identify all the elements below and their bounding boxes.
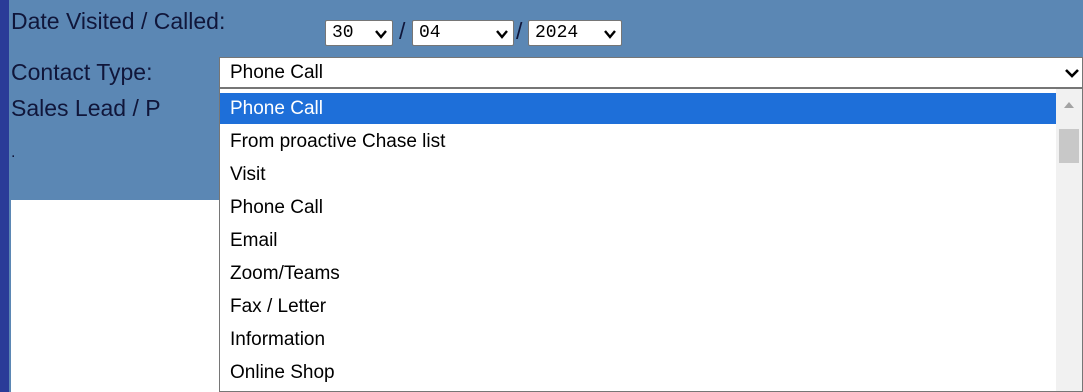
contact-type-value: Phone Call: [230, 62, 323, 83]
date-visited-label: Date Visited / Called:: [11, 8, 226, 34]
page: Date Visited / Called: 30 / 04 / 2024 Co…: [0, 0, 1083, 392]
contact-type-label: Contact Type:: [11, 59, 153, 85]
year-value: 2024: [535, 23, 579, 43]
dropdown-option[interactable]: Phone Call: [220, 192, 1058, 223]
dropdown-option[interactable]: From proactive Chase list: [220, 126, 1058, 157]
chevron-down-icon: [604, 30, 616, 39]
dropdown-option[interactable]: Information: [220, 324, 1058, 355]
chevron-down-icon: [496, 30, 508, 39]
dropdown-scrollbar[interactable]: [1056, 89, 1082, 391]
year-select[interactable]: 2024: [528, 20, 622, 46]
month-value: 04: [419, 23, 441, 43]
date-separator: /: [516, 18, 523, 44]
dot-text: .: [11, 144, 16, 161]
contact-type-select[interactable]: Phone Call: [219, 57, 1083, 88]
sales-lead-label: Sales Lead / P: [11, 95, 161, 121]
date-separator: /: [399, 18, 406, 44]
chevron-down-icon: [375, 30, 387, 39]
dropdown-option[interactable]: Fax / Letter: [220, 291, 1058, 322]
dropdown-option[interactable]: Email: [220, 225, 1058, 256]
scroll-up-arrow-icon[interactable]: [1056, 89, 1082, 129]
chevron-down-icon: [1065, 69, 1079, 78]
day-value: 30: [332, 23, 354, 43]
scrollbar-thumb[interactable]: [1059, 129, 1079, 163]
day-select[interactable]: 30: [325, 20, 393, 46]
month-select[interactable]: 04: [412, 20, 514, 46]
dropdown-option[interactable]: Phone Call: [220, 93, 1058, 124]
dropdown-option[interactable]: Online Shop: [220, 357, 1058, 388]
dropdown-option[interactable]: Zoom/Teams: [220, 258, 1058, 289]
left-border: [0, 0, 11, 392]
dropdown-option[interactable]: Visit: [220, 159, 1058, 190]
contact-type-dropdown-list[interactable]: Phone Call From proactive Chase list Vis…: [219, 88, 1083, 392]
